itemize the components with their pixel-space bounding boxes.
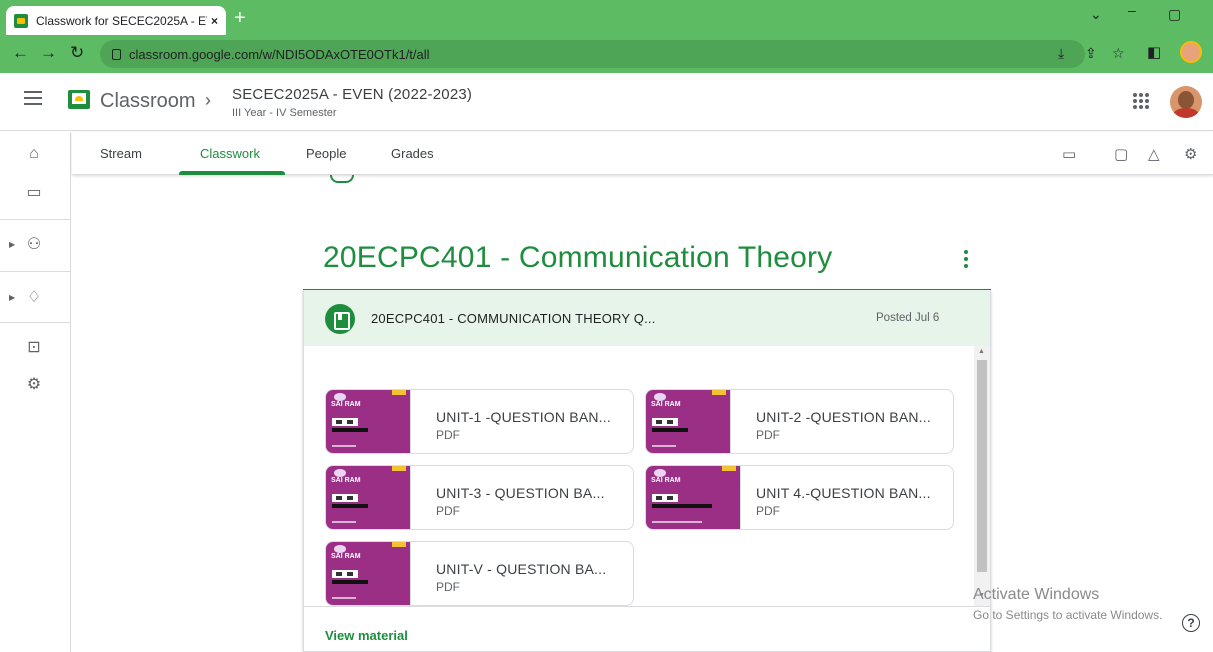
material-footer: View material xyxy=(304,606,990,652)
tab-grades[interactable]: Grades xyxy=(391,146,434,161)
classroom-favicon-icon xyxy=(14,13,28,28)
enrolled-classes-icon[interactable]: ♢ xyxy=(24,287,44,307)
attachment-card[interactable]: SAI RAM UNIT-3 - QUESTION BA... PDF xyxy=(325,465,634,530)
google-apps-icon[interactable] xyxy=(1133,93,1149,109)
topic-title: 20ECPC401 - Communication Theory xyxy=(323,241,833,274)
attachment-type: PDF xyxy=(436,580,460,594)
chevron-down-icon[interactable]: ⌄ xyxy=(1090,6,1102,23)
attachment-name: UNIT-V - QUESTION BA... xyxy=(436,561,607,577)
pdf-thumbnail: SAI RAM xyxy=(646,466,741,529)
app-header: Classroom › SECEC2025A - EVEN (2022-2023… xyxy=(0,73,1213,131)
attachment-card[interactable]: SAI RAM UNIT-2 -QUESTION BAN... PDF xyxy=(645,389,954,454)
left-navigation-rail: ⌂ ▭ ▶ ⚇ ▶ ♢ ⊡ ⚙ xyxy=(0,132,71,652)
expand-caret-icon[interactable]: ▶ xyxy=(9,240,15,249)
archive-icon[interactable]: ⊡ xyxy=(24,337,44,357)
attachment-name: UNIT-2 -QUESTION BAN... xyxy=(756,409,931,425)
rail-divider xyxy=(0,219,71,220)
browser-tab[interactable]: Classwork for SECEC2025A - EVEN × xyxy=(6,6,226,35)
attachment-type: PDF xyxy=(756,428,780,442)
attachment-name: UNIT-3 - QUESTION BA... xyxy=(436,485,605,501)
teaching-people-icon[interactable]: ⚇ xyxy=(24,234,44,254)
meet-icon[interactable]: ▭ xyxy=(1062,145,1076,163)
tab-stream[interactable]: Stream xyxy=(100,146,142,161)
attachment-type: PDF xyxy=(436,428,460,442)
rail-divider xyxy=(0,322,71,323)
activate-windows-subtitle: Go to Settings to activate Windows. xyxy=(973,608,1163,622)
back-icon[interactable]: ← xyxy=(12,43,29,63)
thumbnail-brand: SAI RAM xyxy=(331,477,361,484)
url-text: classroom.google.com/w/NDI5ODAxOTE0OTk1/… xyxy=(129,46,430,62)
tab-people[interactable]: People xyxy=(306,146,346,161)
calendar-icon[interactable]: ▭ xyxy=(24,182,44,202)
posted-date: Posted Jul 6 xyxy=(876,312,940,324)
material-card: 20ECPC401 - COMMUNICATION THEORY Q... Po… xyxy=(303,290,991,652)
rail-divider xyxy=(0,271,71,272)
active-tab-indicator xyxy=(179,171,285,175)
help-icon[interactable]: ? xyxy=(1182,614,1200,632)
material-body: SAI RAM UNIT-1 -QUESTION BAN... PDF SAI … xyxy=(304,346,990,606)
classroom-logo-icon[interactable] xyxy=(68,90,90,109)
main-menu-icon[interactable] xyxy=(24,91,42,105)
address-bar[interactable]: classroom.google.com/w/NDI5ODAxOTE0OTk1/… xyxy=(100,40,1085,68)
material-header[interactable]: 20ECPC401 - COMMUNICATION THEORY Q... Po… xyxy=(304,290,990,346)
settings-icon[interactable]: ⚙ xyxy=(24,374,44,394)
browser-tab-title: Classwork for SECEC2025A - EVEN xyxy=(36,13,207,28)
close-tab-icon[interactable]: × xyxy=(211,14,218,28)
pdf-thumbnail: SAI RAM xyxy=(326,466,411,529)
pdf-thumbnail: SAI RAM xyxy=(646,390,731,453)
attachments-scrollbar[interactable]: ▲ ▼ xyxy=(974,346,990,606)
more-options-icon[interactable] xyxy=(955,248,977,270)
material-book-icon xyxy=(325,304,355,334)
reload-icon[interactable]: ↻ xyxy=(70,43,84,63)
settings-icon[interactable]: ⚙ xyxy=(1184,145,1197,163)
account-avatar[interactable] xyxy=(1170,86,1202,118)
scrollbar-thumb[interactable] xyxy=(977,360,987,572)
scroll-up-icon[interactable]: ▲ xyxy=(978,348,985,355)
install-app-icon[interactable]: ⤓ xyxy=(1058,45,1064,62)
restore-icon[interactable]: ▢ xyxy=(1168,6,1181,23)
calendar-icon[interactable]: ▢ xyxy=(1114,145,1128,163)
drive-icon[interactable]: △ xyxy=(1148,145,1160,163)
attachment-name: UNIT-1 -QUESTION BAN... xyxy=(436,409,611,425)
class-title[interactable]: SECEC2025A - EVEN (2022-2023) xyxy=(232,86,472,103)
attachment-name: UNIT 4.-QUESTION BAN... xyxy=(756,485,931,501)
attachment-type: PDF xyxy=(436,504,460,518)
bookmark-star-icon[interactable]: ☆ xyxy=(1112,45,1125,62)
thumbnail-brand: SAI RAM xyxy=(331,401,361,408)
pdf-thumbnail: SAI RAM xyxy=(326,390,411,453)
attachment-card[interactable]: SAI RAM UNIT 4.-QUESTION BAN... PDF xyxy=(645,465,954,530)
new-tab-button[interactable]: + xyxy=(234,8,246,28)
class-tabs-bar: Stream Classwork People Grades ▭ ▢ △ ⚙ xyxy=(72,132,1213,175)
thumbnail-brand: SAI RAM xyxy=(651,401,681,408)
attachment-type: PDF xyxy=(756,504,780,518)
activate-windows-title: Activate Windows xyxy=(973,586,1100,603)
thumbnail-brand: SAI RAM xyxy=(331,553,361,560)
expand-caret-icon[interactable]: ▶ xyxy=(9,293,15,302)
minimize-icon[interactable]: – xyxy=(1128,2,1136,18)
home-icon[interactable]: ⌂ xyxy=(24,144,44,164)
forward-icon[interactable]: → xyxy=(40,43,57,63)
view-material-link[interactable]: View material xyxy=(325,628,408,643)
app-name[interactable]: Classroom xyxy=(100,90,196,113)
breadcrumb-chevron-icon: › xyxy=(205,90,211,110)
tab-classwork[interactable]: Classwork xyxy=(200,146,260,161)
attachment-card[interactable]: SAI RAM UNIT-1 -QUESTION BAN... PDF xyxy=(325,389,634,454)
pdf-thumbnail: SAI RAM xyxy=(326,542,411,605)
previous-item-icon xyxy=(330,175,354,183)
browser-profile-avatar[interactable] xyxy=(1180,41,1202,63)
side-panel-icon[interactable]: ◧ xyxy=(1147,43,1161,61)
browser-tab-strip: Classwork for SECEC2025A - EVEN × + ⌄ – … xyxy=(0,0,1213,35)
browser-toolbar: ← → ↻ classroom.google.com/w/NDI5ODAxOTE… xyxy=(0,35,1213,73)
attachment-card[interactable]: SAI RAM UNIT-V - QUESTION BA... PDF xyxy=(325,541,634,606)
thumbnail-brand: SAI RAM xyxy=(651,477,681,484)
lock-icon xyxy=(112,48,121,60)
material-title[interactable]: 20ECPC401 - COMMUNICATION THEORY Q... xyxy=(371,311,656,326)
share-icon[interactable]: ⇪ xyxy=(1085,45,1097,62)
class-subtitle: III Year - IV Semester xyxy=(232,107,337,119)
